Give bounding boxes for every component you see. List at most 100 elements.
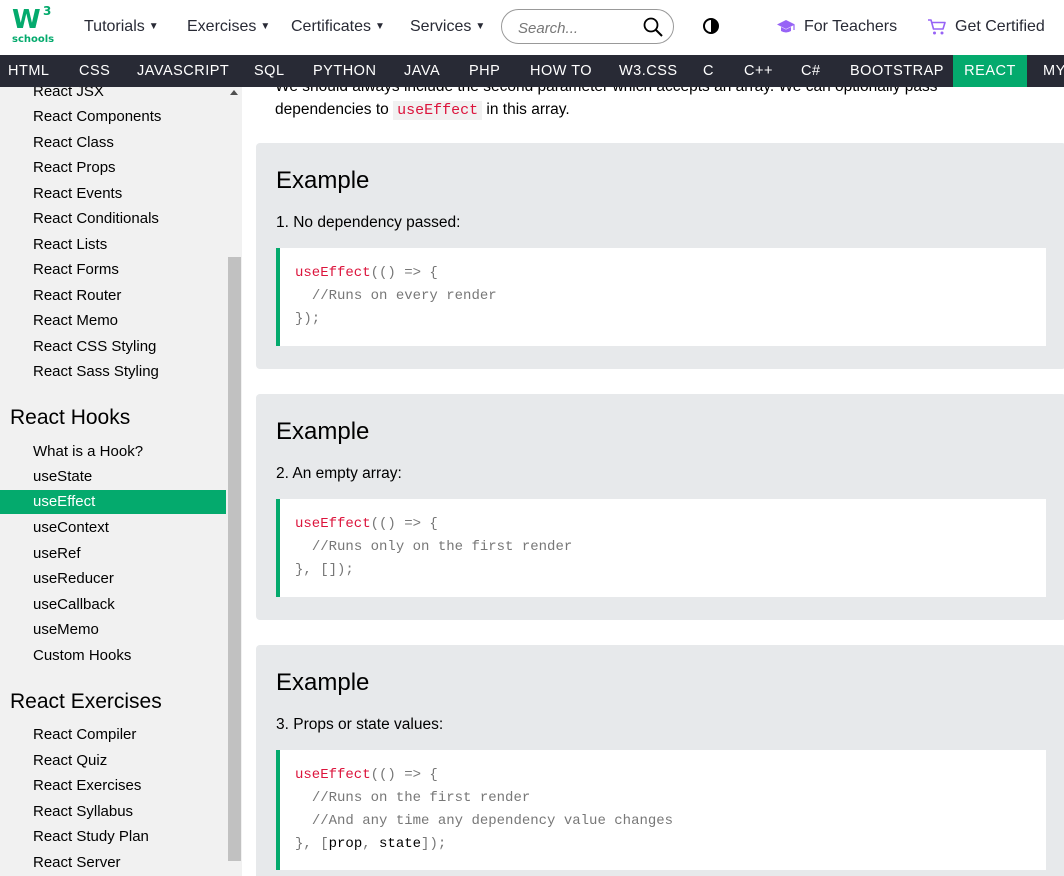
menu-certificates[interactable]: Certificates ▼ <box>291 18 385 36</box>
code-variable: prop <box>328 836 363 852</box>
intro-line-2: dependencies to useEffect in this array. <box>275 98 1035 122</box>
search-icon[interactable] <box>643 17 663 37</box>
search-input[interactable] <box>516 17 640 39</box>
sidebar-item[interactable]: React Forms <box>33 258 119 282</box>
sidebar-item[interactable]: React Quiz <box>33 749 107 773</box>
nav-c[interactable]: C <box>703 55 714 87</box>
nav-cpp[interactable]: C++ <box>744 55 773 87</box>
code-punct: (() => { <box>370 516 438 532</box>
sidebar-item[interactable]: React Router <box>33 284 121 308</box>
code-comment: //Runs on the first render <box>311 790 531 806</box>
nav-w3css[interactable]: W3.CSS <box>619 55 678 87</box>
code-function: useEffect <box>295 767 371 783</box>
menu-exercises-label: Exercises <box>187 18 257 35</box>
sidebar-item[interactable]: React CSS Styling <box>33 335 156 359</box>
example-description: 1. No dependency passed: <box>276 214 461 231</box>
cart-icon <box>928 19 946 35</box>
top-header: W 3 schools Tutorials ▼ Exercises ▼ Certif… <box>0 0 1064 55</box>
logo-main: W <box>12 5 41 35</box>
nav-javascript[interactable]: JAVASCRIPT <box>137 55 229 87</box>
nav-java[interactable]: JAVA <box>404 55 440 87</box>
nav-css[interactable]: CSS <box>79 55 110 87</box>
code-punct: (() => { <box>370 265 438 281</box>
nav-php[interactable]: PHP <box>469 55 500 87</box>
sidebar-item[interactable]: React Exercises <box>33 774 141 798</box>
inline-code-useeffect: useEffect <box>393 101 483 120</box>
sidebar-item[interactable]: React Compiler <box>33 723 136 747</box>
for-teachers-link[interactable]: For Teachers <box>776 18 897 36</box>
sidebar-item[interactable]: What is a Hook? <box>33 440 143 464</box>
graduation-cap-icon <box>777 20 795 33</box>
code-block: useEffect(() => { //Runs on every render… <box>276 248 1046 346</box>
topic-navbar: HTML CSS JAVASCRIPT SQL PYTHON JAVA PHP … <box>0 55 1064 87</box>
nav-react[interactable]: REACT <box>953 55 1027 87</box>
scroll-up-arrow-icon[interactable] <box>230 90 238 95</box>
sidebar-item[interactable]: useMemo <box>33 618 99 642</box>
menu-exercises[interactable]: Exercises ▼ <box>187 18 270 36</box>
caret-down-icon: ▼ <box>475 21 486 32</box>
sidebar-item[interactable]: React Conditionals <box>33 207 159 231</box>
nav-bootstrap[interactable]: BOOTSTRAP <box>850 55 944 87</box>
example-box-3: Example 3. Props or state values: useEff… <box>256 645 1064 876</box>
intro-text: dependencies to <box>275 101 394 118</box>
sidebar-item[interactable]: Custom Hooks <box>33 644 131 668</box>
sidebar-item[interactable]: React Server <box>33 851 121 875</box>
logo-sub: schools <box>12 34 55 45</box>
example-box-2: Example 2. An empty array: useEffect(() … <box>256 394 1064 620</box>
sidebar-item[interactable]: useReducer <box>33 567 114 591</box>
code-comment: //And any time any dependency value chan… <box>311 813 674 829</box>
menu-tutorials-label: Tutorials <box>84 18 145 35</box>
sidebar-item[interactable]: React Lists <box>33 233 107 257</box>
nav-csharp[interactable]: C# <box>801 55 821 87</box>
sidebar-item[interactable]: React Study Plan <box>33 825 149 849</box>
code-function: useEffect <box>295 516 371 532</box>
contrast-toggle-icon[interactable] <box>703 18 719 34</box>
caret-down-icon: ▼ <box>260 21 271 32</box>
code-function: useEffect <box>295 265 371 281</box>
sidebar-item[interactable]: useRef <box>33 542 81 566</box>
sidebar-item[interactable]: useCallback <box>33 593 115 617</box>
nav-html[interactable]: HTML <box>8 55 49 87</box>
w3schools-logo[interactable]: W 3 schools <box>12 4 56 48</box>
sidebar-item[interactable]: React Sass Styling <box>33 360 159 384</box>
nav-python[interactable]: PYTHON <box>313 55 376 87</box>
code-punct: }); <box>295 311 321 327</box>
code-variable: state <box>379 836 422 852</box>
example-box-1: Example 1. No dependency passed: useEffe… <box>256 143 1064 369</box>
code-block: useEffect(() => { //Runs only on the fir… <box>276 499 1046 597</box>
example-description: 2. An empty array: <box>276 465 402 482</box>
sidebar-item[interactable]: React JSX <box>33 87 104 104</box>
sidebar-item[interactable]: React Memo <box>33 309 118 333</box>
nav-my[interactable]: MY <box>1043 55 1064 87</box>
sidebar-item[interactable]: React Events <box>33 182 122 206</box>
sidebar-item[interactable]: useContext <box>33 516 109 540</box>
sidebar-heading-hooks: React Hooks <box>10 406 131 429</box>
nav-sql[interactable]: SQL <box>254 55 285 87</box>
code-comment: //Runs only on the first render <box>311 539 573 555</box>
sidebar-heading-exercises: React Exercises <box>10 690 162 713</box>
menu-services[interactable]: Services ▼ <box>410 18 485 36</box>
intro-text: in this array. <box>482 101 570 118</box>
sidebar-scrollbar-thumb[interactable] <box>228 257 241 861</box>
menu-tutorials[interactable]: Tutorials ▼ <box>84 18 159 36</box>
sidebar-item-useeffect[interactable]: useEffect <box>33 490 95 514</box>
menu-services-label: Services <box>410 18 472 35</box>
code-punct: ]); <box>421 836 447 852</box>
get-certified-link[interactable]: Get Certified <box>927 18 1045 36</box>
sidebar-item[interactable]: React Components <box>33 105 161 129</box>
nav-how-to[interactable]: HOW TO <box>530 55 592 87</box>
example-description: 3. Props or state values: <box>276 716 444 733</box>
example-title: Example <box>276 167 370 194</box>
caret-down-icon: ▼ <box>375 21 385 32</box>
main-content: We should always include the second para… <box>242 87 1064 876</box>
logo-sup: 3 <box>43 4 52 18</box>
sidebar-item[interactable]: React Class <box>33 131 114 155</box>
sidebar-item[interactable]: React Syllabus <box>33 800 133 824</box>
sidebar-item[interactable]: useState <box>33 465 92 489</box>
search-box <box>501 9 674 44</box>
caret-down-icon: ▼ <box>148 21 159 32</box>
sidebar: React JSX React Components React Class R… <box>0 87 242 876</box>
sidebar-item[interactable]: React Props <box>33 156 116 180</box>
code-comment: //Runs on every render <box>311 288 497 304</box>
code-punct: , <box>362 836 380 852</box>
